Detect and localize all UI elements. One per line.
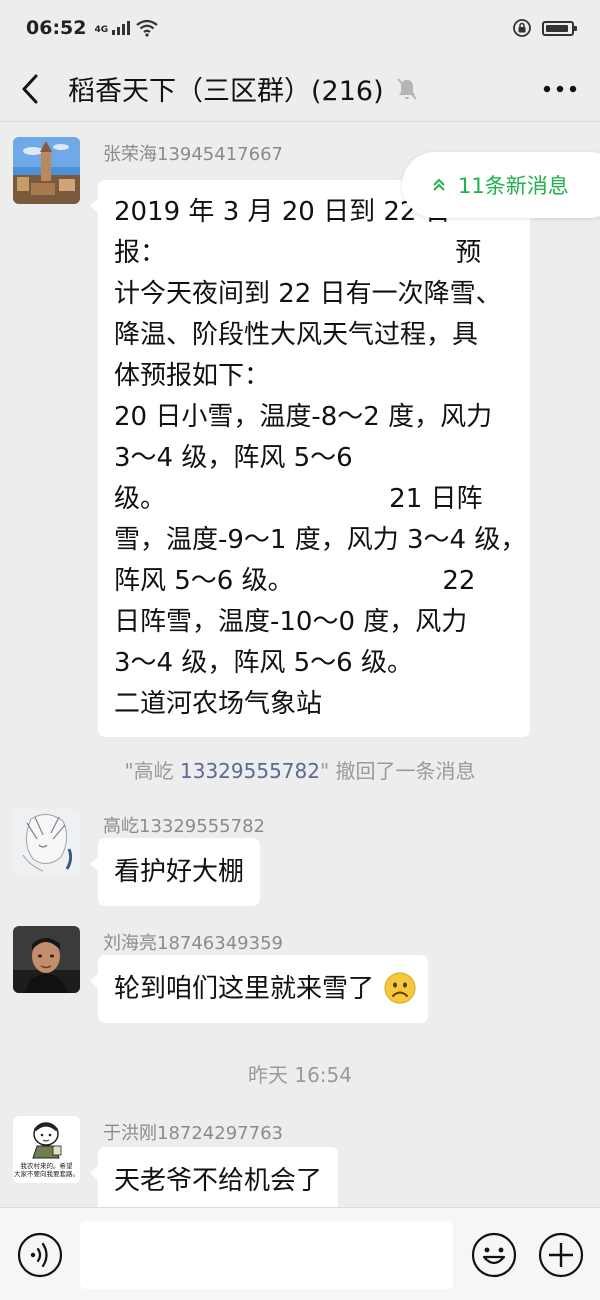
avatar[interactable] (13, 809, 80, 876)
message-item: 我农村来的。希望 大家不要向我要套路。 于洪刚18724297763 天老爷不给… (0, 1115, 600, 1207)
rotation-lock-icon (513, 19, 531, 37)
battery-icon (542, 20, 577, 36)
message-text-line: 20 日小雪，温度-8～2 度，风力 (114, 402, 493, 432)
more-actions-button[interactable] (537, 1231, 585, 1279)
status-bar: 06:52 4G (0, 0, 600, 56)
message-text: 天老爷不给机会了 (114, 1166, 323, 1196)
message-bubble[interactable]: 轮到咱们这里就来雪了 (89, 955, 429, 1023)
more-button[interactable] (520, 56, 600, 122)
avatar[interactable] (13, 137, 80, 204)
avatar-caption: 我农村来的。希望 大家不要向我要套路。 (13, 1162, 80, 1178)
new-messages-button[interactable]: 11条新消息 (402, 152, 600, 218)
message-text-line: 体预报如下： (114, 361, 271, 391)
sender-name: 刘海亮18746349359 (103, 933, 283, 954)
double-chevron-up-icon (433, 178, 445, 191)
message-item: 刘海亮18746349359 轮到咱们这里就来雪了 (0, 925, 600, 1025)
message-text-line: 报： 预 (114, 238, 482, 268)
message-text-line: 阵风 5～6 级。 22 (114, 566, 476, 596)
voice-button[interactable] (17, 1232, 63, 1278)
recall-prefix: "高屹 (124, 759, 180, 783)
status-time: 06:52 (26, 17, 87, 39)
emoji-button[interactable] (470, 1231, 518, 1279)
message-text-line: 雪，温度-9～1 度，风力 3～4 级， (114, 525, 527, 555)
recall-suffix: " 撤回了一条消息 (319, 759, 476, 783)
message-text-line: 3～4 级，阵风 5～6 级。 (114, 648, 413, 678)
network-type: 4G (94, 25, 109, 35)
message-item: 张荣海13945417667 2019 年 3 月 20 日到 22 日 报： … (0, 134, 600, 737)
avatar[interactable]: 我农村来的。希望 大家不要向我要套路。 (13, 1116, 80, 1183)
mute-bell-icon (396, 77, 417, 100)
message-bubble[interactable]: 2019 年 3 月 20 日到 22 日 报： 预 计今天夜间到 22 日有一… (90, 180, 530, 737)
sender-name: 高屹13329555782 (103, 816, 265, 837)
message-bubble[interactable]: 看护好大棚 (89, 838, 261, 906)
message-text: 看护好大棚 (114, 857, 245, 887)
voice-icon (17, 1232, 63, 1278)
avatar[interactable] (13, 926, 80, 993)
message-text-line: 降温、阶段性大风天气过程，具 (114, 320, 479, 350)
back-button[interactable] (0, 56, 60, 122)
avatar-caption-line: 我农村来的。希望 (20, 1162, 73, 1170)
sad-face-emoji (384, 972, 416, 1003)
recall-name-link[interactable]: 13329555782 (180, 759, 320, 783)
message-text-line: 二道河农场气象站 (114, 689, 323, 719)
message-input[interactable] (80, 1221, 453, 1289)
message-list[interactable]: 张荣海13945417667 2019 年 3 月 20 日到 22 日 报： … (0, 122, 600, 1207)
message-text: 轮到咱们这里就来雪了 (114, 974, 375, 1004)
emoji-icon (471, 1232, 517, 1278)
signal-icon: 4G (94, 21, 131, 35)
message-text-line: 计今天夜间到 22 日有一次降雪、 (114, 279, 502, 309)
timestamp-divider: 昨天 16:54 (248, 1063, 352, 1087)
wifi-icon (136, 19, 158, 37)
chat-header: 稻香天下（三区群）(216) (0, 56, 600, 122)
recall-notice: "高屹 13329555782" 撤回了一条消息 (0, 755, 600, 784)
sender-name: 于洪刚18724297763 (103, 1123, 283, 1144)
sender-name: 张荣海13945417667 (103, 144, 283, 165)
input-bar (0, 1207, 600, 1300)
new-messages-label: 11条新消息 (458, 174, 569, 198)
chat-title: 稻香天下（三区群）(216) (68, 76, 384, 107)
message-text-line: 级。 21 日阵 (114, 484, 483, 514)
more-icon (543, 85, 577, 92)
message-bubble[interactable]: 天老爷不给机会了 (89, 1147, 339, 1207)
message-item: 高屹13329555782 看护好大棚 (0, 808, 600, 908)
message-text-line: 日阵雪，温度-10～0 度，风力 (114, 607, 468, 637)
avatar-caption-line: 大家不要向我要套路。 (14, 1170, 79, 1178)
back-arrow-icon (22, 74, 38, 103)
message-text-line: 3～4 级，阵风 5～6 (114, 443, 353, 473)
plus-icon (538, 1232, 584, 1278)
